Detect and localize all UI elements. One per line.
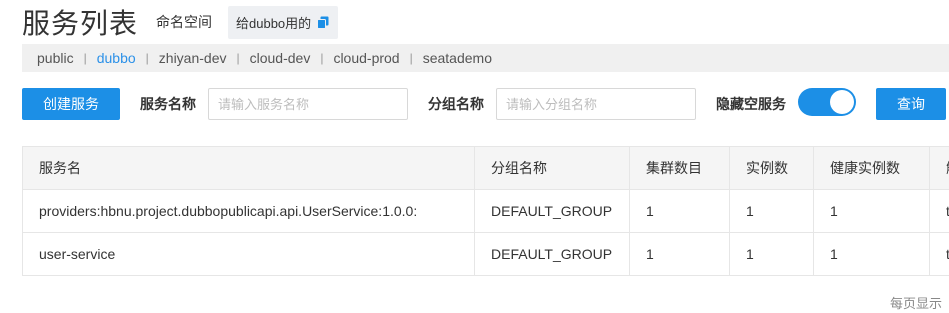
column-header: 服务名 xyxy=(22,146,475,190)
create-service-button[interactable]: 创建服务 xyxy=(22,88,120,120)
namespace-item-public[interactable]: public xyxy=(22,50,84,66)
service-name-input[interactable] xyxy=(208,88,408,120)
hide-empty-label: 隐藏空服务 xyxy=(716,96,786,112)
healthy-instance-cell: 1 xyxy=(813,232,930,276)
cluster-count-cell: 1 xyxy=(629,232,730,276)
group-name-cell: DEFAULT_GROUP xyxy=(474,232,630,276)
instance-count-cell: 1 xyxy=(729,189,814,233)
column-header: 健康实例数 xyxy=(813,146,930,190)
table-row: user-service DEFAULT_GROUP 1 1 1 t xyxy=(22,232,949,276)
column-header: 分组名称 xyxy=(474,146,630,190)
service-name-label: 服务名称 xyxy=(140,96,196,112)
column-header: 集群数目 xyxy=(629,146,730,190)
column-header: 触 xyxy=(929,146,949,190)
cluster-count-cell: 1 xyxy=(629,189,730,233)
title-row: 服务列表 命名空间 给dubbo用的 xyxy=(22,0,339,44)
namespace-label: 命名空间 xyxy=(156,14,213,30)
group-name-input[interactable] xyxy=(496,88,696,120)
group-name-cell: DEFAULT_GROUP xyxy=(474,189,630,233)
namespace-item-zhiyan-dev[interactable]: zhiyan-dev xyxy=(149,50,237,66)
namespace-tag: 给dubbo用的 xyxy=(228,5,339,39)
service-name-cell: user-service xyxy=(22,232,475,276)
truncated-cell: t xyxy=(929,189,949,233)
group-name-label: 分组名称 xyxy=(428,96,484,112)
toolbar: 创建服务 服务名称 分组名称 隐藏空服务 查询 xyxy=(22,88,949,120)
namespace-bar: public | dubbo | zhiyan-dev | cloud-dev | cloud-… xyxy=(22,44,949,72)
page-title: 服务列表 xyxy=(22,8,139,39)
service-table: 服务名 分组名称 集群数目 实例数 健康实例数 触 providers:hbnu… xyxy=(22,146,949,276)
copy-icon[interactable] xyxy=(317,16,330,29)
table-header-row: 服务名 分组名称 集群数目 实例数 健康实例数 触 xyxy=(22,146,949,190)
table-row: providers:hbnu.project.dubbopublicapi.ap… xyxy=(22,189,949,233)
namespace-item-seatademo[interactable]: seatademo xyxy=(413,50,502,66)
instance-count-cell: 1 xyxy=(729,232,814,276)
healthy-instance-cell: 1 xyxy=(813,189,930,233)
namespace-item-cloud-prod[interactable]: cloud-prod xyxy=(323,50,409,66)
query-button[interactable]: 查询 xyxy=(876,88,946,120)
namespace-item-cloud-dev[interactable]: cloud-dev xyxy=(240,50,321,66)
page-size-label: 每页显示 xyxy=(890,296,943,311)
service-name-cell: providers:hbnu.project.dubbopublicapi.ap… xyxy=(22,189,475,233)
truncated-cell: t xyxy=(929,232,949,276)
toggle-knob xyxy=(830,90,854,114)
hide-empty-toggle[interactable] xyxy=(798,88,856,116)
column-header: 实例数 xyxy=(729,146,814,190)
namespace-item-dubbo[interactable]: dubbo xyxy=(87,50,146,66)
namespace-value: 给dubbo用的 xyxy=(236,15,312,31)
